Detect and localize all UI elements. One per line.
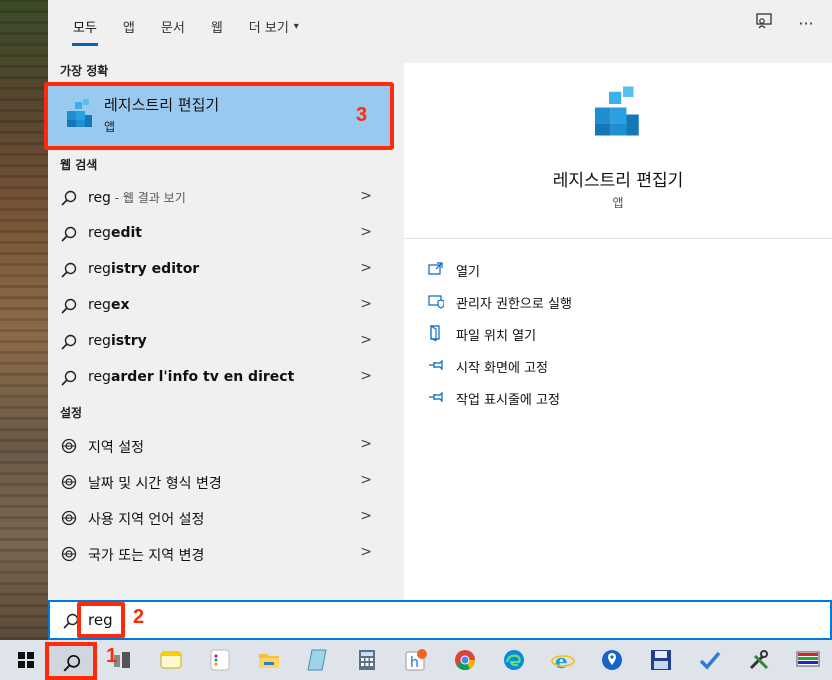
search-icon bbox=[63, 654, 81, 672]
globe-settings-icon bbox=[61, 438, 77, 454]
action-open[interactable]: 열기 bbox=[428, 258, 808, 282]
web-result[interactable]: registry editor > bbox=[48, 252, 392, 288]
action-run-as-admin[interactable]: 관리자 권한으로 실행 bbox=[428, 290, 808, 314]
hangul-icon[interactable]: h bbox=[402, 646, 430, 674]
divider bbox=[404, 238, 832, 239]
action-pin-to-taskbar[interactable]: 작업 표시줄에 고정 bbox=[428, 386, 808, 410]
preview-pane: 레지스트리 편집기 앱 열기 관리자 권한으로 실행 파일 위치 열기 시작 화… bbox=[404, 63, 832, 600]
taskbar-search-button[interactable] bbox=[45, 642, 97, 680]
step-number-3: 3 bbox=[356, 104, 368, 126]
internet-explorer-icon[interactable]: e bbox=[549, 646, 577, 674]
settings-result[interactable]: 지역 설정 > bbox=[48, 428, 392, 464]
settings-result[interactable]: 사용 지역 언어 설정 > bbox=[48, 500, 392, 536]
section-best-match: 가장 정확 bbox=[60, 64, 109, 78]
feedback-icon[interactable] bbox=[754, 12, 774, 34]
registry-editor-icon bbox=[595, 86, 639, 136]
tab-web[interactable]: 웹 bbox=[198, 0, 236, 52]
chevron-right-icon: > bbox=[360, 544, 372, 560]
web-result[interactable]: regex > bbox=[48, 288, 392, 324]
shield-icon bbox=[428, 295, 444, 309]
settings-result[interactable]: 국가 또는 지역 변경 > bbox=[48, 536, 392, 572]
sticky-notes-icon[interactable] bbox=[157, 646, 185, 674]
step-number-2: 2 bbox=[133, 606, 145, 628]
globe-settings-icon bbox=[61, 546, 77, 562]
maps-pin-icon[interactable] bbox=[598, 646, 626, 674]
open-icon bbox=[428, 262, 443, 275]
file-explorer-icon[interactable] bbox=[255, 646, 283, 674]
annotation-box-2 bbox=[77, 602, 125, 638]
notepad-icon[interactable] bbox=[304, 646, 332, 674]
search-icon bbox=[61, 262, 77, 278]
search-icon bbox=[61, 190, 77, 206]
chevron-right-icon: > bbox=[360, 436, 372, 452]
tab-all[interactable]: 모두 bbox=[60, 0, 110, 52]
chevron-right-icon: > bbox=[360, 260, 372, 276]
web-result[interactable]: regedit > bbox=[48, 216, 392, 252]
web-result[interactable]: reg - 웹 결과 보기 > bbox=[48, 180, 392, 216]
windows-start-icon[interactable] bbox=[12, 646, 40, 674]
tab-more[interactable]: 더 보기 ▾ bbox=[236, 0, 312, 52]
action-open-file-location[interactable]: 파일 위치 열기 bbox=[428, 322, 808, 346]
preview-app-type: 앱 bbox=[612, 196, 624, 210]
monitor-app-icon[interactable] bbox=[794, 646, 822, 674]
web-result[interactable]: regarder l'info tv en direct > bbox=[48, 360, 392, 396]
filter-tabs: 모두 앱 문서 웹 더 보기 ▾ bbox=[48, 0, 832, 52]
chevron-right-icon: > bbox=[360, 332, 372, 348]
settings-result[interactable]: 날짜 및 시간 형식 변경 > bbox=[48, 464, 392, 500]
search-box[interactable]: reg bbox=[48, 600, 832, 640]
tab-documents[interactable]: 문서 bbox=[148, 0, 198, 52]
search-icon bbox=[61, 334, 77, 350]
list-app-icon[interactable] bbox=[206, 646, 234, 674]
annotation-box-3 bbox=[44, 82, 394, 150]
desktop-wallpaper bbox=[0, 0, 48, 640]
tools-icon[interactable] bbox=[745, 646, 773, 674]
search-icon bbox=[61, 298, 77, 314]
preview-app-name: 레지스트리 편집기 bbox=[552, 171, 684, 191]
pin-icon bbox=[429, 391, 443, 403]
calculator-icon[interactable] bbox=[353, 646, 381, 674]
action-pin-to-start[interactable]: 시작 화면에 고정 bbox=[428, 354, 808, 378]
more-options-icon[interactable]: ··· bbox=[796, 14, 816, 33]
globe-settings-icon bbox=[61, 510, 77, 526]
file-location-icon bbox=[430, 325, 440, 341]
svg-text:h: h bbox=[410, 655, 419, 671]
chrome-icon[interactable] bbox=[451, 646, 479, 674]
chevron-right-icon: > bbox=[360, 224, 372, 240]
taskbar: h e bbox=[0, 640, 832, 680]
search-icon bbox=[61, 370, 77, 386]
chevron-right-icon: > bbox=[360, 296, 372, 312]
web-result[interactable]: registry > bbox=[48, 324, 392, 360]
svg-text:e: e bbox=[555, 649, 568, 672]
todo-check-icon[interactable] bbox=[696, 646, 724, 674]
chevron-right-icon: > bbox=[360, 368, 372, 384]
section-web-search: 웹 검색 bbox=[60, 158, 98, 172]
step-number-1: 1 bbox=[106, 645, 118, 667]
pin-icon bbox=[429, 359, 443, 371]
chevron-down-icon: ▾ bbox=[293, 20, 299, 32]
chevron-right-icon: > bbox=[360, 188, 372, 204]
section-settings: 설정 bbox=[60, 406, 83, 420]
results-list: 가장 정확 레지스트리 편집기 앱 3 웹 검색 reg - 웹 결과 보기 >… bbox=[44, 52, 394, 600]
search-icon bbox=[61, 226, 77, 242]
search-panel: 모두 앱 문서 웹 더 보기 ▾ ··· 가장 정확 레지스트리 편집기 앱 3 … bbox=[44, 0, 832, 600]
edge-icon[interactable] bbox=[500, 646, 528, 674]
chevron-right-icon: > bbox=[360, 472, 372, 488]
chevron-right-icon: > bbox=[360, 508, 372, 524]
tab-apps[interactable]: 앱 bbox=[110, 0, 148, 52]
globe-settings-icon bbox=[61, 474, 77, 490]
save-disk-icon[interactable] bbox=[647, 646, 675, 674]
